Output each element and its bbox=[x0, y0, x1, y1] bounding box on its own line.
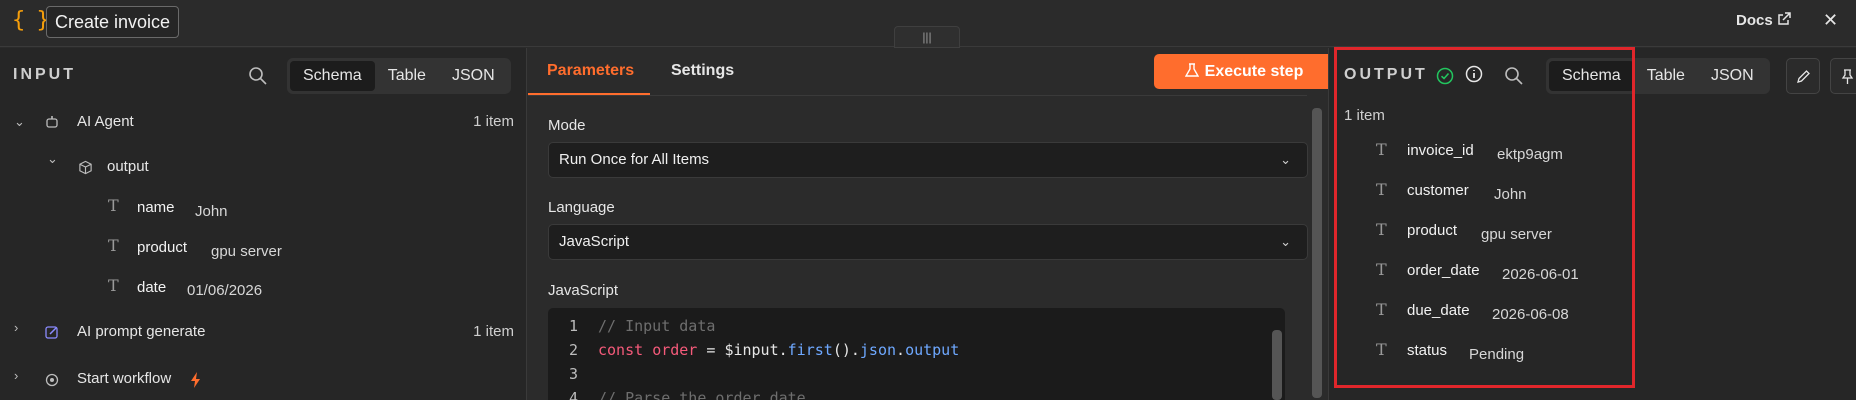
flask-icon bbox=[1184, 63, 1199, 77]
panel-drag-handle[interactable]: ||| bbox=[894, 26, 960, 48]
field-value: gpu server bbox=[211, 243, 282, 260]
input-panel-title: INPUT bbox=[13, 66, 76, 83]
chevron-down-icon[interactable]: ⌄ bbox=[47, 151, 58, 167]
execute-step-label: Execute step bbox=[1204, 63, 1304, 80]
tab-parameters[interactable]: Parameters bbox=[547, 62, 634, 80]
field-name[interactable]: name bbox=[137, 199, 175, 216]
mode-label: Mode bbox=[548, 117, 586, 134]
mode-select-value: Run Once for All Items bbox=[559, 151, 710, 168]
chevron-down-icon[interactable]: ⌄ bbox=[14, 114, 25, 130]
input-view-table[interactable]: Table bbox=[375, 61, 439, 91]
cube-icon bbox=[79, 160, 92, 175]
external-link-icon bbox=[1778, 12, 1791, 25]
chevron-right-icon[interactable]: › bbox=[14, 368, 18, 383]
node-ai-prompt-count: 1 item bbox=[473, 323, 514, 340]
line-number: 2 bbox=[568, 341, 578, 359]
field-value: 01/06/2026 bbox=[187, 282, 263, 299]
code-editor[interactable]: 1 // Input data 2 const order = $input.f… bbox=[548, 308, 1285, 400]
input-view-schema[interactable]: Schema bbox=[290, 61, 375, 91]
output-object[interactable]: output bbox=[107, 155, 149, 179]
node-ai-prompt-generate[interactable]: AI prompt generate bbox=[77, 320, 205, 344]
language-select-value: JavaScript bbox=[559, 233, 630, 250]
top-bar: { } Create invoice ||| Docs ✕ bbox=[0, 0, 1856, 48]
lightning-icon bbox=[191, 372, 200, 388]
pin-icon bbox=[1841, 69, 1854, 84]
workflow-title[interactable]: Create invoice bbox=[46, 6, 180, 38]
line-number: 1 bbox=[568, 317, 578, 335]
docs-link[interactable]: Docs bbox=[1736, 12, 1773, 29]
close-button[interactable]: ✕ bbox=[1823, 10, 1838, 31]
text-type-icon: T bbox=[108, 236, 119, 255]
input-view-json[interactable]: JSON bbox=[439, 61, 508, 91]
parameters-panel: Parameters Settings Execute step Mode Ru… bbox=[528, 48, 1334, 400]
tab-settings[interactable]: Settings bbox=[671, 62, 734, 80]
node-ai-agent[interactable]: AI Agent bbox=[77, 110, 134, 134]
line-number: 4 bbox=[568, 389, 578, 400]
tab-divider bbox=[528, 95, 1307, 96]
field-name[interactable]: product bbox=[137, 239, 187, 256]
field-name[interactable]: date bbox=[137, 279, 166, 296]
mode-select[interactable]: Run Once for All Items ⌄ bbox=[548, 142, 1308, 178]
panel-scrollbar[interactable] bbox=[1312, 108, 1322, 398]
pencil-icon bbox=[1797, 70, 1810, 83]
input-view-toggle: Schema Table JSON bbox=[287, 58, 511, 94]
edit-output-button[interactable] bbox=[1786, 58, 1820, 94]
field-value: John bbox=[195, 203, 228, 220]
output-highlight-box bbox=[1334, 47, 1635, 388]
node-start-workflow[interactable]: Start workflow bbox=[77, 367, 171, 391]
pin-output-button[interactable] bbox=[1830, 58, 1856, 94]
code-line: // Input data bbox=[598, 317, 716, 335]
language-label: Language bbox=[548, 199, 615, 216]
chevron-right-icon[interactable]: › bbox=[14, 320, 18, 335]
execute-step-button[interactable]: Execute step bbox=[1154, 54, 1334, 89]
text-type-icon: T bbox=[108, 196, 119, 215]
line-number: 3 bbox=[568, 365, 578, 383]
code-scrollbar[interactable] bbox=[1272, 330, 1282, 400]
code-braces-icon: { } bbox=[12, 8, 50, 33]
output-view-table[interactable]: Table bbox=[1634, 61, 1698, 91]
input-panel: INPUT Schema Table JSON ⌄ AI Agent 1 ite… bbox=[0, 48, 527, 400]
search-icon[interactable] bbox=[248, 66, 268, 86]
code-line: // Parse the order date bbox=[598, 389, 806, 400]
code-label: JavaScript bbox=[548, 282, 619, 299]
output-view-json[interactable]: JSON bbox=[1698, 61, 1767, 91]
node-ai-agent-count: 1 item bbox=[473, 113, 514, 130]
code-line: const order = $input.first().json.output bbox=[598, 341, 960, 359]
chevron-down-icon: ⌄ bbox=[1280, 152, 1291, 167]
trigger-icon bbox=[45, 373, 59, 387]
robot-icon bbox=[46, 116, 58, 128]
text-type-icon: T bbox=[108, 276, 119, 295]
edit-prompt-icon bbox=[45, 326, 58, 339]
language-select[interactable]: JavaScript ⌄ bbox=[548, 224, 1308, 260]
chevron-down-icon: ⌄ bbox=[1280, 234, 1291, 249]
